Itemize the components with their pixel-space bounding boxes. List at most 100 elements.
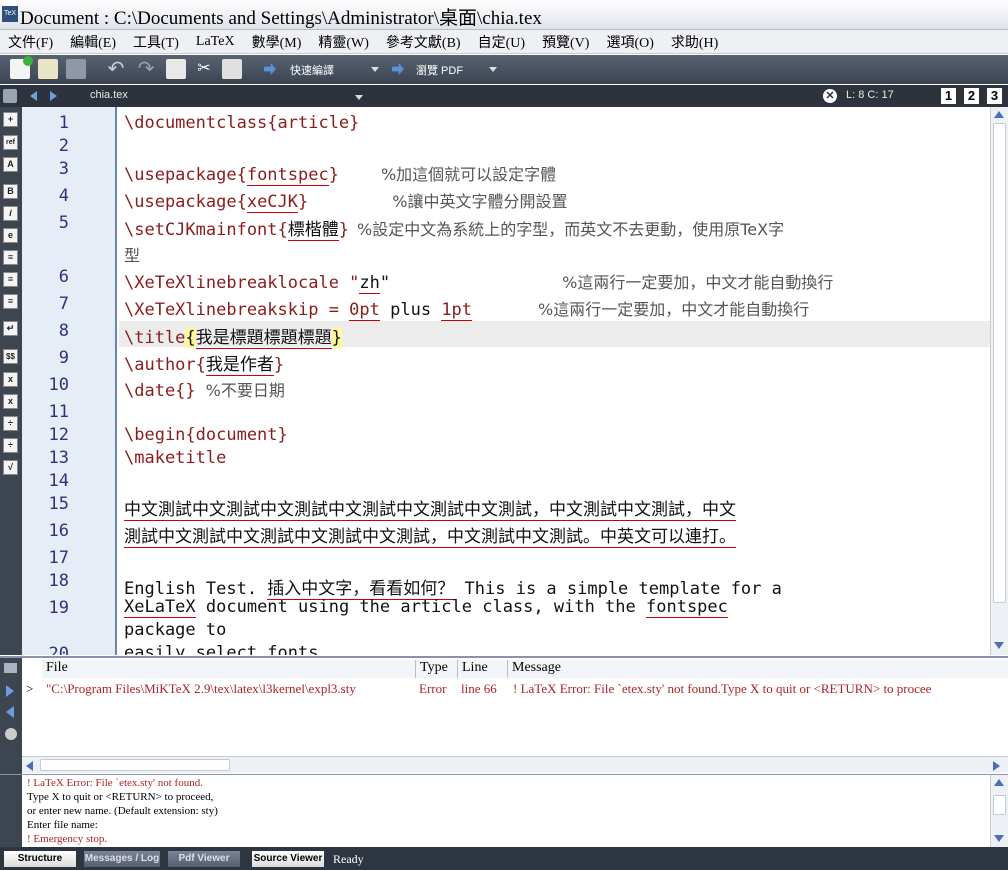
close-file-icon[interactable]: ✕ [823, 89, 837, 103]
tab-pdf-viewer[interactable]: Pdf Viewer [168, 851, 240, 867]
log-panel[interactable]: ! LaTeX Error: File `etex.sty' not found… [0, 774, 1008, 847]
log-line: or enter new name. (Default extension: s… [27, 805, 218, 817]
body-text: This is a simple template for a [454, 579, 782, 599]
tab-structure[interactable]: Structure [4, 851, 76, 867]
stop-icon[interactable] [5, 728, 17, 740]
messages-side-toolbar [0, 658, 22, 775]
log-icon[interactable] [4, 663, 17, 673]
command-text: \maketitle [124, 448, 227, 468]
emphasis-icon[interactable]: e [3, 228, 18, 243]
code-line-19-wrap: package to [124, 620, 226, 640]
next-error-icon[interactable] [6, 685, 14, 697]
undo-icon[interactable]: ↶ [106, 59, 126, 79]
view-1-button[interactable]: 1 [941, 88, 956, 104]
dfrac-icon[interactable]: ÷ [3, 438, 18, 453]
menu-wizard[interactable]: 精靈(W) [318, 32, 369, 52]
command-text: \title [124, 328, 186, 348]
line-number: 12 [48, 425, 69, 445]
open-file-icon[interactable] [38, 59, 58, 79]
insert-icon[interactable]: + [3, 112, 18, 127]
code-line-3: \usepackage{fontspec} %加這個就可以設定字體 [124, 161, 556, 186]
menu-options[interactable]: 選項(O) [606, 32, 653, 52]
save-icon[interactable] [66, 59, 86, 79]
log-line: ! LaTeX Error: File `etex.sty' not found… [27, 777, 203, 789]
brace-match: { [185, 328, 196, 348]
document-list-icon[interactable] [3, 89, 17, 103]
align-right-icon[interactable]: ≡ [3, 294, 18, 309]
sqrt-icon[interactable]: √ [3, 460, 18, 475]
code-line-7: \XeTeXlinebreakskip = 0pt plus 1pt %這兩行一定… [124, 296, 809, 321]
comment: %不要日期 [205, 381, 285, 400]
brace: } [338, 220, 350, 240]
align-left-icon[interactable]: ≡ [3, 250, 18, 265]
scroll-down-icon[interactable] [994, 642, 1004, 649]
quote: " [379, 273, 391, 293]
subscript-icon[interactable]: x [3, 372, 18, 387]
log-scroll-down-icon[interactable] [994, 835, 1004, 842]
scroll-right-icon[interactable] [993, 761, 1000, 771]
view-pdf-dropdown-icon[interactable] [489, 67, 497, 72]
menu-tools[interactable]: 工具(T) [133, 32, 179, 52]
cut-icon[interactable]: ✂ [194, 59, 214, 79]
body-text: easily select fonts [124, 643, 319, 655]
hscroll-thumb[interactable] [40, 759, 230, 771]
tab-messages-log[interactable]: Messages / Log [84, 851, 160, 867]
menu-file[interactable]: 文件(F) [8, 32, 53, 52]
quick-build-dropdown-icon[interactable] [371, 67, 379, 72]
comment: %設定中文為系統上的字型，而英文不去更動，使用原TeX字 [357, 220, 785, 239]
current-file-name[interactable]: chia.tex [90, 89, 128, 101]
column-header-type[interactable]: Type [416, 660, 458, 678]
line-number: 14 [48, 471, 69, 491]
column-header-file[interactable]: File [42, 660, 416, 678]
log-scroll-thumb[interactable] [993, 795, 1006, 815]
status-bar: Structure Messages / Log Pdf Viewer Sour… [0, 847, 1008, 870]
next-file-icon[interactable] [50, 91, 57, 101]
menu-help[interactable]: 求助(H) [671, 32, 718, 52]
align-center-icon[interactable]: ≡ [3, 272, 18, 287]
messages-horizontal-scrollbar[interactable] [22, 756, 1008, 773]
tab-source-viewer[interactable]: Source Viewer [252, 851, 324, 867]
comment: %這兩行一定要加，中文才能自動換行 [562, 273, 834, 292]
file-dropdown-icon[interactable] [355, 95, 363, 100]
prev-file-icon[interactable] [30, 91, 37, 101]
package-name: xeCJK [246, 192, 299, 213]
code-line-18: English Test. 插入中文字，看看如何？ This is a simp… [124, 574, 782, 600]
editor-vertical-scrollbar[interactable] [990, 107, 1008, 655]
menu-bibliography[interactable]: 參考文獻(B) [386, 32, 461, 52]
code-line-16: 測試中文測試中文測試中文測試中文測試，中文測試中文測試。中英文可以連打。 [124, 522, 736, 548]
scrollbar-thumb[interactable] [993, 123, 1006, 603]
code-editor[interactable]: 1 2 3 4 5 6 7 8 9 10 11 12 13 14 15 16 1… [22, 107, 990, 655]
view-pdf-label[interactable]: 瀏覽 PDF [416, 62, 463, 78]
column-header-line[interactable]: Line [458, 660, 508, 678]
new-file-icon[interactable] [10, 56, 33, 79]
paste-icon[interactable] [222, 59, 242, 79]
code-line-1: \documentclass{article} [124, 113, 359, 133]
font-size-icon[interactable]: A [3, 157, 18, 172]
view-3-button[interactable]: 3 [987, 88, 1002, 104]
ref-icon[interactable]: ref [3, 135, 18, 150]
menu-user[interactable]: 自定(U) [478, 32, 525, 52]
menu-latex[interactable]: LaTeX [196, 34, 235, 50]
menu-edit[interactable]: 編輯(E) [70, 32, 116, 52]
bold-icon[interactable]: B [3, 184, 18, 199]
redo-icon[interactable]: ↷ [136, 59, 156, 79]
fraction-icon[interactable]: ÷ [3, 416, 18, 431]
menu-math[interactable]: 數學(M) [252, 32, 302, 52]
italic-icon[interactable]: i [3, 206, 18, 221]
scroll-left-icon[interactable] [26, 761, 33, 771]
log-scroll-up-icon[interactable] [994, 779, 1004, 786]
superscript-icon[interactable]: x [3, 394, 18, 409]
code-line-6: \XeTeXlinebreaklocale "zh" %這兩行一定要加，中文才能自… [124, 269, 834, 294]
scroll-up-icon[interactable] [994, 111, 1004, 118]
prev-error-icon[interactable] [6, 706, 14, 718]
body-text: 中文測試中文測試中文測試中文測試中文測試中文測試，中文測試中文測試，中文 [124, 500, 736, 521]
copy-icon[interactable] [166, 59, 186, 79]
menu-view[interactable]: 預覽(V) [542, 32, 589, 52]
log-vertical-scrollbar[interactable] [990, 775, 1008, 847]
view-2-button[interactable]: 2 [964, 88, 979, 104]
display-math-icon[interactable]: $$ [3, 349, 18, 364]
new-line-icon[interactable]: ↵ [3, 321, 18, 336]
column-header-message[interactable]: Message [508, 660, 1008, 678]
quick-build-label[interactable]: 快速編譯 [290, 62, 334, 78]
line-number: 20 [48, 644, 69, 655]
